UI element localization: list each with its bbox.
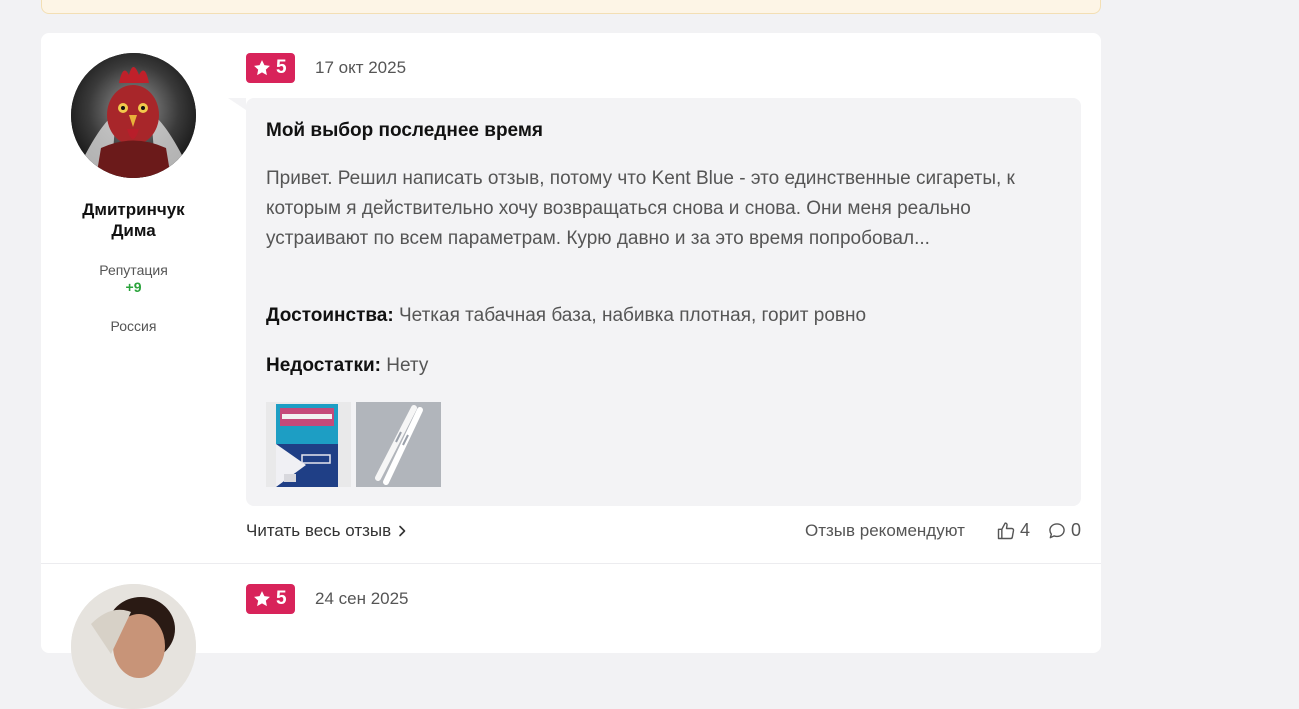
- review-title[interactable]: Мой выбор последнее время: [266, 120, 543, 142]
- pros-label: Достоинства:: [266, 305, 394, 326]
- photo-thumbnail-1[interactable]: [266, 402, 351, 487]
- likes-count: 4: [1020, 520, 1031, 540]
- cigarette-pack-photo-icon: [266, 402, 351, 487]
- pros-text: Четкая табачная база, набивка плотная, г…: [398, 305, 867, 326]
- rating-value: 5: [276, 588, 287, 609]
- review-item: 5 24 сен 2025: [41, 564, 1101, 709]
- review-date: 24 сен 2025: [315, 589, 409, 608]
- cigarette-sticks-photo-icon: [356, 402, 441, 487]
- rooster-avatar-image: [71, 53, 196, 178]
- star-icon: [254, 591, 270, 607]
- review-item: Дмитринчук Дима Репутация +9 Россия 5 17…: [41, 33, 1101, 564]
- comment-icon: [1049, 522, 1065, 538]
- review-bubble: Мой выбор последнее время Привет. Решил …: [246, 98, 1081, 506]
- reputation-label: Репутация: [99, 262, 168, 278]
- person-avatar-image: [71, 584, 196, 709]
- author-name[interactable]: Дмитринчук Дима: [61, 199, 206, 241]
- avatar[interactable]: [71, 584, 196, 709]
- cons-label: Недостатки:: [266, 355, 381, 376]
- pros: Достоинства: Четкая табачная база, набив…: [266, 305, 866, 327]
- author-country: Россия: [110, 318, 157, 334]
- rating-badge: 5: [246, 584, 295, 614]
- rating-badge: 5: [246, 53, 295, 83]
- comments-button[interactable]: 0: [1047, 520, 1081, 541]
- reputation-value: +9: [125, 279, 142, 295]
- recommend-label: Отзыв рекомендуют: [805, 521, 965, 540]
- photo-thumbnail-2[interactable]: [356, 402, 441, 487]
- photo-thumbnails: [266, 402, 441, 487]
- like-button[interactable]: 4: [996, 520, 1030, 541]
- top-banner: [41, 0, 1101, 14]
- review-text: Привет. Решил написать отзыв, потому что…: [266, 168, 1015, 249]
- reviews-card: Дмитринчук Дима Репутация +9 Россия 5 17…: [41, 33, 1101, 709]
- cons-text: Нету: [386, 355, 429, 376]
- bubble-tail: [228, 98, 246, 110]
- read-full-review-link[interactable]: Читать весь отзыв: [246, 521, 407, 541]
- chevron-right-icon: [399, 525, 406, 537]
- comments-count: 0: [1071, 520, 1082, 540]
- rating-value: 5: [276, 57, 287, 78]
- review-date: 17 окт 2025: [315, 58, 407, 77]
- star-icon: [254, 60, 270, 76]
- avatar[interactable]: [71, 53, 196, 178]
- read-more-label: Читать весь отзыв: [246, 521, 392, 540]
- thumbs-up-icon: [997, 521, 1015, 539]
- cons: Недостатки: Нету: [266, 355, 428, 377]
